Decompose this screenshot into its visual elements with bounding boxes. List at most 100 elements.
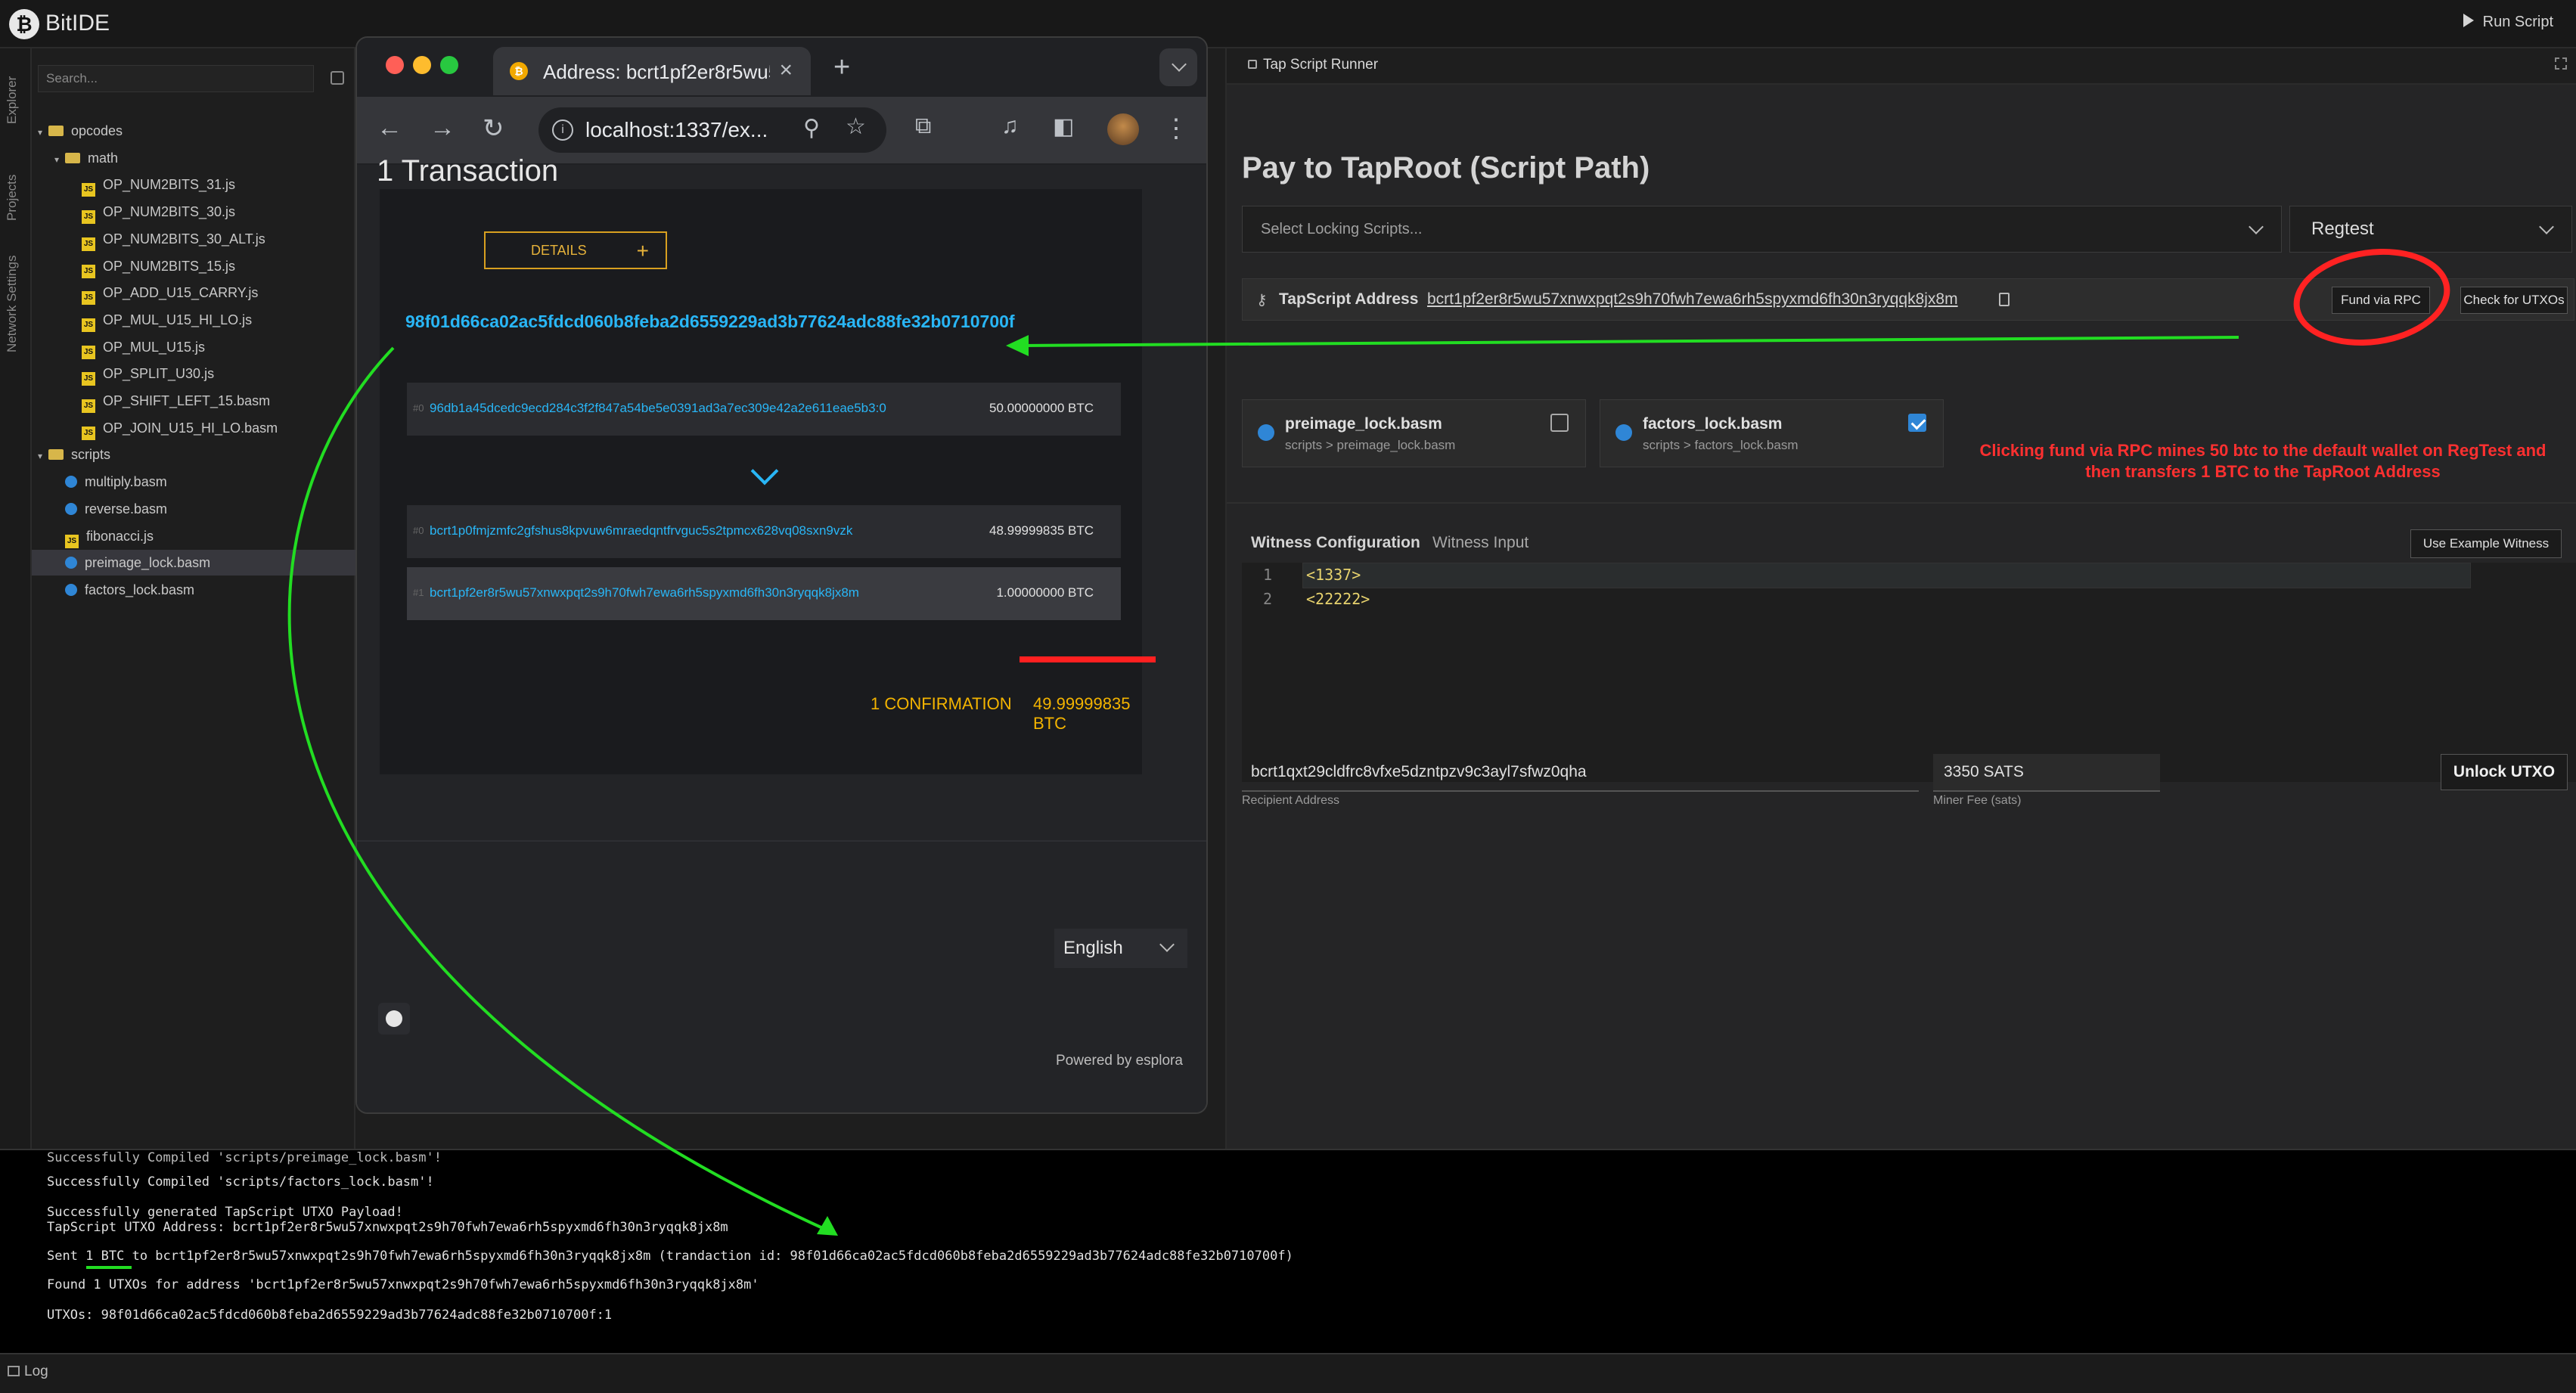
tree-file[interactable]: JS OP_NUM2BITS_15.js (32, 253, 355, 279)
key-icon: ⚷ (1256, 292, 1268, 309)
log-line: Found 1 UTXOs for address 'bcrt1pf2er8r5… (47, 1277, 759, 1292)
locking-scripts-select[interactable]: Select Locking Scripts... (1242, 206, 2282, 253)
tree-item-label: fibonacci.js (86, 528, 154, 544)
tree-item-label: opcodes (71, 123, 123, 138)
witness-line[interactable]: <22222> (1306, 590, 1370, 608)
bookmark-star-icon[interactable]: ☆ (846, 113, 866, 140)
tree-file[interactable]: JS OP_MUL_U15_HI_LO.js (32, 307, 355, 333)
profile-avatar[interactable] (1107, 113, 1139, 145)
tree-file[interactable]: preimage_lock.basm (32, 550, 355, 576)
tree-item-label: OP_SHIFT_LEFT_15.basm (103, 393, 271, 408)
recipient-address-input[interactable] (1242, 754, 1919, 792)
log-icon (8, 1366, 20, 1376)
extensions-icon[interactable]: ⧉ (915, 113, 931, 139)
tree-file[interactable]: JS OP_ADD_U15_CARRY.js (32, 280, 355, 306)
activity-tab-network-settings[interactable]: Network Settings (5, 256, 20, 353)
collapse-folders-icon[interactable] (331, 71, 344, 85)
tx-output-address[interactable]: bcrt1p0fmjzmfc2gfshus8kpvuw6mraedqntfrvg… (430, 523, 852, 538)
tab-tap-script-runner[interactable]: Tap Script Runner (1237, 48, 1389, 82)
witness-line[interactable]: <1337> (1306, 566, 1361, 584)
unlock-utxo-button[interactable]: Unlock UTXO (2441, 754, 2568, 790)
expand-icon[interactable] (2555, 57, 2567, 70)
zoom-icon[interactable]: ⚲ (803, 115, 820, 141)
tab-log[interactable]: Log (8, 1364, 48, 1380)
chevron-down-icon: ▾ (54, 154, 60, 165)
recipient-address-label: Recipient Address (1242, 794, 1339, 807)
transaction-id-link[interactable]: 98f01d66ca02ac5fdcd060b8feba2d6559229ad3… (405, 312, 1015, 332)
js-file-icon: JS (82, 426, 95, 440)
tree-file[interactable]: JS fibonacci.js (32, 523, 355, 549)
line-number: 1 (1263, 566, 1273, 584)
tree-file[interactable]: factors_lock.basm (32, 577, 355, 603)
check-utxos-button[interactable]: Check for UTXOs (2460, 287, 2568, 314)
script-checkbox[interactable] (1908, 414, 1926, 432)
tab-witness-input[interactable]: Witness Input (1432, 534, 1529, 552)
back-icon[interactable]: ← (377, 113, 402, 143)
details-button[interactable]: DETAILS + (484, 231, 667, 269)
bitcoin-favicon-icon: ₿ (510, 62, 528, 80)
github-icon[interactable] (378, 1003, 410, 1035)
tx-input-outpoint[interactable]: 96db1a45dcedc9ecd284c3f2f847a54be5e0391a… (430, 401, 886, 416)
tree-file[interactable]: JS OP_SPLIT_U30.js (32, 361, 355, 386)
language-select[interactable]: English (1054, 929, 1187, 968)
copy-icon[interactable] (1999, 293, 2010, 306)
tree-file[interactable]: multiply.basm (32, 469, 355, 495)
tree-item-label: scripts (71, 447, 111, 463)
log-tab-label: Log (24, 1364, 48, 1379)
maximize-window-icon[interactable] (440, 56, 458, 74)
tree-folder[interactable]: ▾ math (32, 145, 355, 171)
tree-file[interactable]: JS OP_SHIFT_LEFT_15.basm (32, 388, 355, 414)
address-bar[interactable]: i localhost:1337/ex... ⚲ ☆ (538, 107, 886, 153)
tree-file[interactable]: JS OP_JOIN_U15_HI_LO.basm (32, 415, 355, 441)
tree-file[interactable]: reverse.basm (32, 496, 355, 522)
forward-icon[interactable]: → (430, 113, 455, 143)
minimize-window-icon[interactable] (413, 56, 431, 74)
page-title: Pay to TapRoot (Script Path) (1242, 151, 1650, 185)
script-checkbox[interactable] (1550, 414, 1569, 432)
current-line-highlight (1302, 563, 2471, 588)
close-window-icon[interactable] (386, 56, 404, 74)
use-example-witness-button[interactable]: Use Example Witness (2410, 529, 2562, 558)
miner-fee-input[interactable] (1933, 754, 2160, 792)
media-icon[interactable]: ♫ (1001, 113, 1019, 139)
tree-file[interactable]: JS OP_NUM2BITS_30_ALT.js (32, 226, 355, 252)
run-script-button[interactable]: Run Script (2463, 14, 2553, 31)
search-input[interactable] (38, 65, 314, 92)
runner-body: Pay to TapRoot (Script Path) Select Lock… (1227, 85, 2576, 1149)
chevron-down-icon: ▾ (38, 127, 43, 138)
close-tab-icon[interactable]: × (779, 57, 793, 83)
browser-tab[interactable]: ₿ Address: bcrt1pf2er8r5wu57 × (493, 47, 811, 95)
chevron-down-icon (2249, 219, 2264, 234)
tx-output-address[interactable]: bcrt1pf2er8r5wu57xnwxpqt2s9h70fwh7ewa6rh… (430, 585, 859, 600)
line-number: 2 (1263, 590, 1273, 608)
js-file-icon: JS (82, 237, 95, 251)
tree-file[interactable]: JS OP_NUM2BITS_31.js (32, 172, 355, 197)
activity-tab-explorer[interactable]: Explorer (5, 76, 20, 124)
log-line: TapScript UTXO Address: bcrt1pf2er8r5wu5… (47, 1220, 728, 1235)
new-tab-icon[interactable]: + (833, 51, 850, 84)
site-info-icon[interactable]: i (552, 119, 573, 141)
annotation-red-circle (2287, 239, 2457, 355)
tapscript-address-value[interactable]: bcrt1pf2er8r5wu57xnwxpqt2s9h70fwh7ewa6rh… (1427, 290, 1958, 309)
tree-item-label: OP_JOIN_U15_HI_LO.basm (103, 420, 278, 436)
folder-icon (48, 449, 64, 461)
reload-icon[interactable]: ↻ (483, 113, 504, 144)
activity-tab-projects[interactable]: Projects (5, 175, 20, 221)
tree-folder[interactable]: ▾ opcodes (32, 118, 355, 144)
browser-tab-title: Address: bcrt1pf2er8r5wu57 (543, 60, 770, 83)
side-panel-icon[interactable]: ◧ (1053, 113, 1074, 140)
script-card-preimage-lock[interactable]: preimage_lock.basm scripts > preimage_lo… (1242, 399, 1586, 467)
witness-code-editor[interactable]: 1 <1337> 2 <22222> (1242, 563, 2576, 782)
tree-file[interactable]: JS OP_MUL_U15.js (32, 334, 355, 360)
js-file-icon: JS (82, 264, 95, 278)
tree-file[interactable]: JS OP_NUM2BITS_30.js (32, 199, 355, 225)
tab-search-button[interactable] (1159, 48, 1197, 86)
bitide-logo-icon: ₿ (9, 9, 39, 39)
network-select[interactable]: Regtest (2289, 206, 2572, 253)
basm-icon (1615, 424, 1632, 441)
chevron-down-icon (750, 457, 779, 486)
tree-folder[interactable]: ▾ scripts (32, 442, 355, 467)
tree-item-label: reverse.basm (85, 501, 168, 517)
more-menu-icon[interactable]: ⋮ (1163, 113, 1189, 144)
script-card-factors-lock[interactable]: factors_lock.basm scripts > factors_lock… (1600, 399, 1944, 467)
